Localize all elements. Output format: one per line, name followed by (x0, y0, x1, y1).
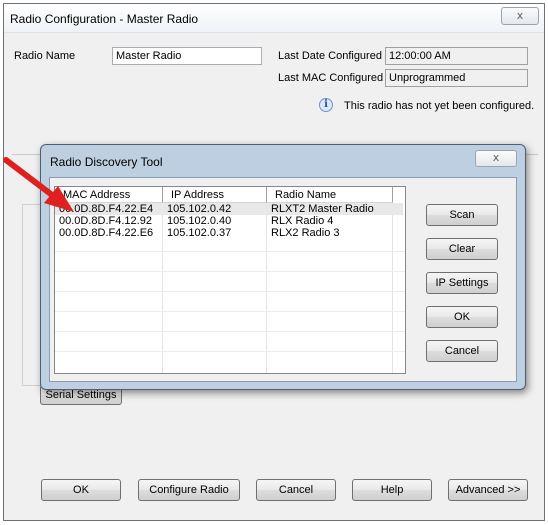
annotation-arrow-overlay (3, 157, 74, 212)
red-arrow-icon (3, 157, 74, 212)
